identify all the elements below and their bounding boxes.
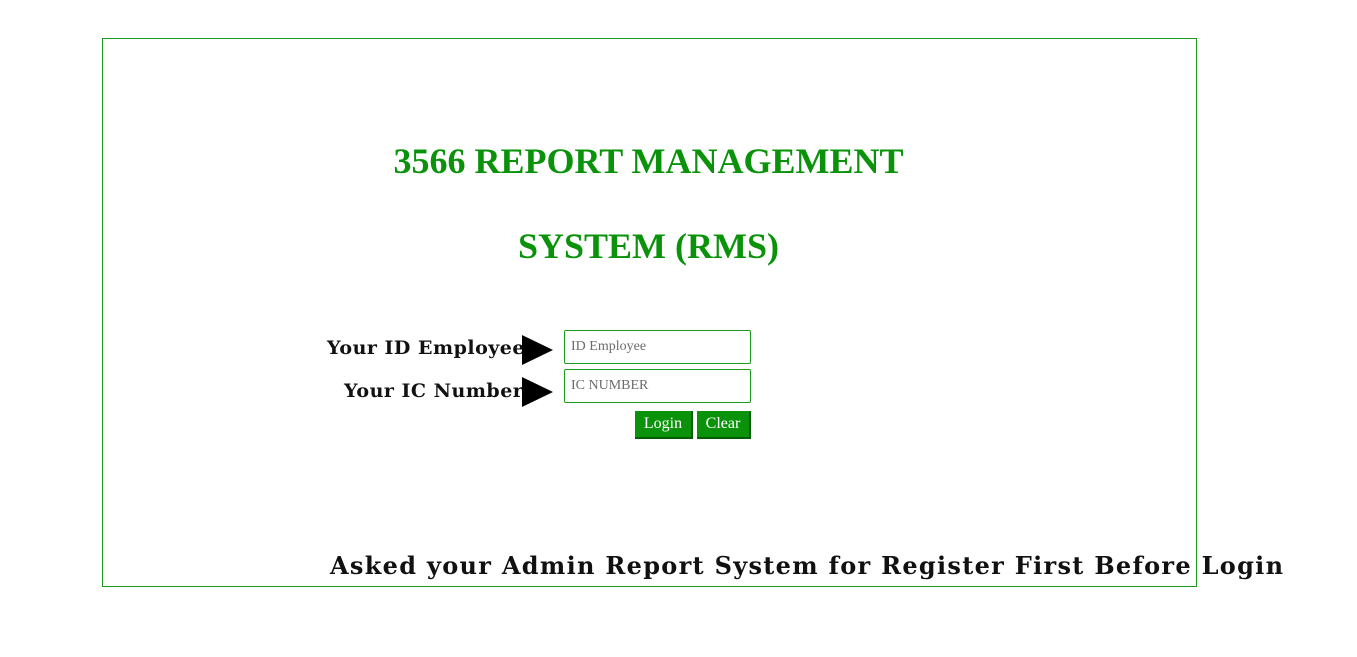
page-title-line-1: 3566 REPORT MANAGEMENT (393, 141, 904, 181)
employee-id-label: Your ID Employee (327, 337, 525, 359)
login-frame (102, 38, 1197, 587)
login-button[interactable]: Login (635, 411, 693, 439)
employee-id-input[interactable] (564, 330, 751, 364)
page-title-line-2: SYSTEM (RMS) (517, 226, 780, 266)
arrow-right-icon (522, 335, 553, 365)
ic-number-input[interactable] (564, 369, 751, 403)
arrow-right-icon (522, 377, 553, 407)
clear-button[interactable]: Clear (697, 411, 751, 439)
ic-number-label: Your IC Number (344, 380, 524, 402)
register-notice: Asked your Admin Report System for Regis… (330, 551, 1285, 580)
